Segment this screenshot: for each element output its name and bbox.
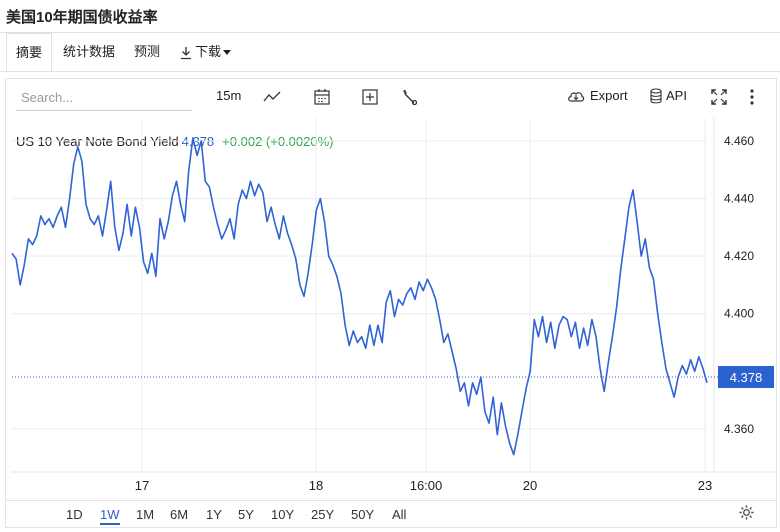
x-tick-label: 23 bbox=[698, 478, 712, 493]
y-tick-label: 4.400 bbox=[724, 307, 754, 321]
settings-gear-icon[interactable] bbox=[738, 504, 755, 521]
range-25y[interactable]: 25Y bbox=[311, 507, 334, 522]
range-50y[interactable]: 50Y bbox=[351, 507, 374, 522]
y-tick-label: 4.440 bbox=[724, 192, 754, 206]
y-tick-label: 4.460 bbox=[724, 134, 754, 148]
x-tick-label: 16:00 bbox=[410, 478, 443, 493]
x-tick-label: 20 bbox=[523, 478, 537, 493]
range-6m[interactable]: 6M bbox=[170, 507, 188, 522]
x-tick-label: 18 bbox=[309, 478, 323, 493]
range-5y[interactable]: 5Y bbox=[238, 507, 254, 522]
time-range-bar: 1D 1W 1M 6M 1Y 5Y 10Y 25Y 50Y All bbox=[6, 500, 776, 528]
y-tick-label: 4.420 bbox=[724, 249, 754, 263]
range-1m[interactable]: 1M bbox=[136, 507, 154, 522]
x-tick-label: 17 bbox=[135, 478, 149, 493]
range-10y[interactable]: 10Y bbox=[271, 507, 294, 522]
last-price-label: 4.378 bbox=[730, 370, 763, 385]
range-all[interactable]: All bbox=[392, 507, 406, 522]
range-1y[interactable]: 1Y bbox=[206, 507, 222, 522]
range-1w[interactable]: 1W bbox=[100, 507, 120, 525]
series-line bbox=[11, 137, 708, 456]
yield-chart[interactable]: 4.460 4.440 4.420 4.400 4.360 17 18 16:00 20 23 4.… bbox=[0, 0, 780, 532]
y-tick-label: 4.360 bbox=[724, 422, 754, 436]
range-1d[interactable]: 1D bbox=[66, 507, 83, 522]
